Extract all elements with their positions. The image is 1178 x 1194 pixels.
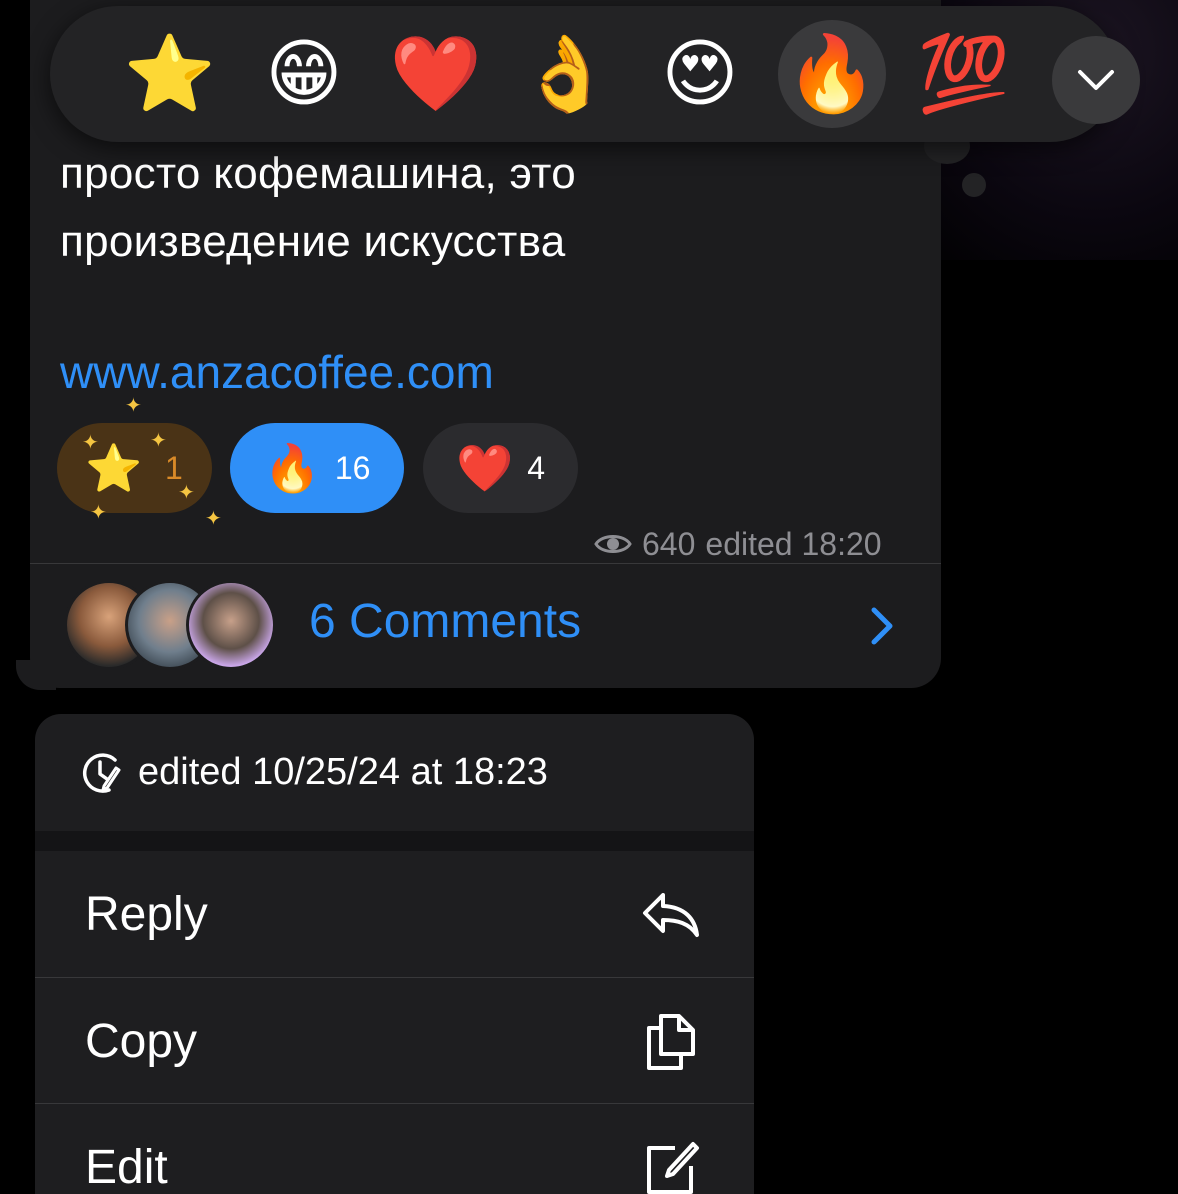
ok-hand-icon: 👌	[519, 32, 613, 115]
edited-info-text: edited 10/25/24 at 18:23	[138, 751, 548, 793]
picker-heart-eyes[interactable]: 😍	[652, 26, 748, 122]
menu-item-label: Edit	[85, 1141, 168, 1194]
menu-item-copy[interactable]: Copy	[35, 977, 754, 1102]
sparkle-icon: ✦	[125, 395, 142, 417]
copy-icon	[647, 1014, 695, 1070]
message-text: просто кофемашина, это произведение иску…	[60, 140, 920, 276]
message-meta: 640 edited 18:20	[594, 524, 882, 564]
hundred-icon: 💯	[917, 32, 1011, 115]
avatar	[186, 580, 276, 670]
message-link[interactable]: www.anzacoffee.com	[60, 345, 494, 399]
picker-star[interactable]: ⭐	[122, 26, 218, 122]
heart-icon: ❤️	[389, 32, 483, 115]
heart-eyes-icon: 😍	[661, 32, 739, 115]
picker-heart[interactable]: ❤️	[388, 26, 484, 122]
menu-item-label: Copy	[85, 1015, 198, 1068]
sparkle-icon: ✦	[205, 508, 222, 530]
menu-item-edit[interactable]: Edit	[35, 1103, 754, 1194]
view-count: 640	[642, 525, 696, 562]
reaction-heart[interactable]: ❤️ 4	[423, 423, 578, 513]
picker-hundred[interactable]: 💯	[916, 26, 1012, 122]
chevron-down-icon	[1078, 70, 1114, 90]
fire-icon: 🔥	[785, 32, 879, 115]
message-line: просто кофемашина, это	[60, 149, 577, 198]
reaction-count: 16	[334, 449, 371, 486]
picker-ok-hand[interactable]: 👌	[518, 26, 614, 122]
heart-icon: ❤️	[455, 442, 514, 494]
eye-icon	[594, 535, 632, 553]
sparkle-icon: ✦	[150, 430, 167, 452]
expand-reactions-button[interactable]	[1052, 36, 1140, 124]
picker-grinning[interactable]: 😁	[256, 26, 352, 122]
message-line: произведение искусства	[60, 217, 566, 266]
menu-separator	[35, 831, 754, 851]
star-icon: ⭐	[123, 32, 217, 115]
clock-edit-icon	[82, 753, 121, 793]
menu-item-label: Reply	[85, 888, 208, 941]
comments-row[interactable]: 6 Comments	[30, 564, 941, 688]
edited-label: edited 18:20	[705, 525, 882, 562]
context-menu: edited 10/25/24 at 18:23 Reply Copy Edit	[35, 714, 754, 1194]
edit-icon	[647, 1142, 699, 1194]
menu-item-reply[interactable]: Reply	[35, 851, 754, 976]
fire-icon: 🔥	[263, 442, 321, 494]
chevron-right-icon	[871, 607, 893, 645]
grinning-icon: 😁	[265, 32, 343, 115]
reaction-fire[interactable]: 🔥 16	[230, 423, 404, 513]
sparkle-icon: ✦	[90, 502, 107, 524]
sparkle-icon: ✦	[178, 482, 195, 504]
reaction-count: 4	[527, 449, 546, 486]
picker-bubble-dot	[962, 173, 986, 197]
reply-icon	[643, 893, 699, 937]
comments-label: 6 Comments	[309, 595, 582, 648]
picker-fire[interactable]: 🔥	[778, 20, 886, 128]
edited-info-row: edited 10/25/24 at 18:23	[35, 714, 754, 831]
sparkle-icon: ✦	[82, 432, 99, 454]
reaction-picker: ⭐ 😁 ❤️ 👌 😍 🔥 💯	[50, 6, 1140, 142]
